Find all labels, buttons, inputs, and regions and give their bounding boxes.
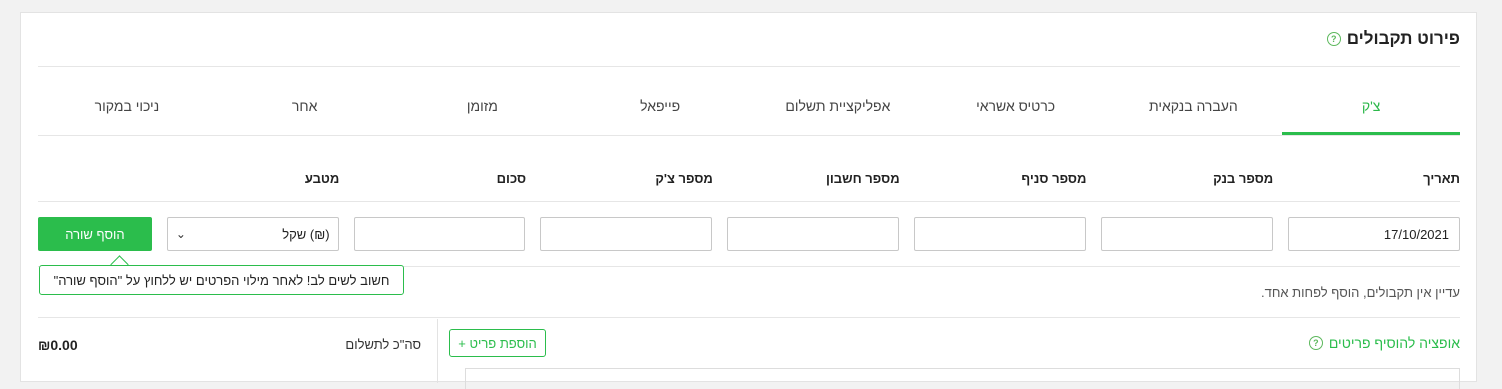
tab-credit-card[interactable]: כרטיס אשראי [927, 91, 1105, 135]
header-date: תאריך [1423, 171, 1460, 186]
totals-panel: ₪0.00 סה"כ לתשלום [21, 319, 438, 383]
total-amount: ₪0.00 [38, 337, 78, 353]
tab-other[interactable]: אחר [216, 91, 394, 135]
add-items-option-label: אופציה להוסיף פריטים [1328, 335, 1460, 351]
chevron-down-icon: ⌄ [175, 227, 186, 241]
header-amount: סכום [496, 171, 527, 186]
add-row-button[interactable]: הוסף שורה [38, 217, 152, 251]
column-headers: תאריך מספר בנק מספר סניף מספר חשבון מספר… [38, 171, 1460, 191]
section-divider [38, 317, 1460, 318]
add-items-option[interactable]: אופציה להוסיף פריטים ? [1308, 335, 1460, 351]
date-input[interactable]: 17/10/2021 [1288, 217, 1460, 251]
page-title-text: פירוט תקבולים [1346, 29, 1460, 48]
divider [38, 66, 1460, 67]
header-branch-number: מספר סניף [1021, 171, 1087, 186]
empty-message: עדיין אין תקבולים, הוסף לפחות אחד. [1261, 285, 1460, 300]
header-spacer [38, 171, 153, 191]
header-currency: מטבע [304, 171, 340, 186]
add-row-tooltip: חשוב לשים לב! לאחר מילוי הפרטים יש ללחוץ… [39, 265, 404, 295]
entry-row: 17/10/2021 שקל (₪) ⌄ הוסף שורה [38, 217, 1460, 251]
page-title: פירוט תקבולים ? [1326, 29, 1460, 49]
payment-type-tabs: צ'ק העברה בנקאית כרטיס אשראי אפליקציית ת… [38, 91, 1460, 135]
tabs-divider [38, 135, 1460, 136]
amount-input[interactable] [353, 217, 526, 251]
branch-number-input[interactable] [914, 217, 1087, 251]
tab-cash[interactable]: מזומן [394, 91, 572, 135]
currency-select[interactable]: שקל (₪) ⌄ [166, 217, 339, 251]
help-icon[interactable]: ? [1308, 336, 1323, 350]
total-label: סה"כ לתשלום [345, 337, 421, 352]
header-check-number: מספר צ'ק [655, 171, 713, 186]
tab-payment-app[interactable]: אפליקציית תשלום [749, 91, 927, 135]
tab-check[interactable]: צ'ק [1282, 91, 1460, 135]
account-number-input[interactable] [727, 217, 900, 251]
tab-withholding-tax[interactable]: ניכוי במקור [38, 91, 216, 135]
tab-paypal[interactable]: פייפאל [571, 91, 749, 135]
bank-number-input[interactable] [1101, 217, 1274, 251]
header-bank-number: מספר בנק [1213, 171, 1274, 186]
help-icon[interactable]: ? [1326, 32, 1341, 46]
header-account-number: מספר חשבון [825, 171, 900, 186]
receipts-card: פירוט תקבולים ? צ'ק העברה בנקאית כרטיס א… [20, 12, 1477, 389]
header-divider [38, 201, 1460, 202]
check-number-input[interactable] [540, 217, 713, 251]
items-box [465, 368, 1460, 389]
tab-bank-transfer[interactable]: העברה בנקאית [1105, 91, 1283, 135]
currency-value: שקל (₪) [282, 226, 330, 242]
add-item-button[interactable]: הוספת פריט + [449, 329, 546, 357]
